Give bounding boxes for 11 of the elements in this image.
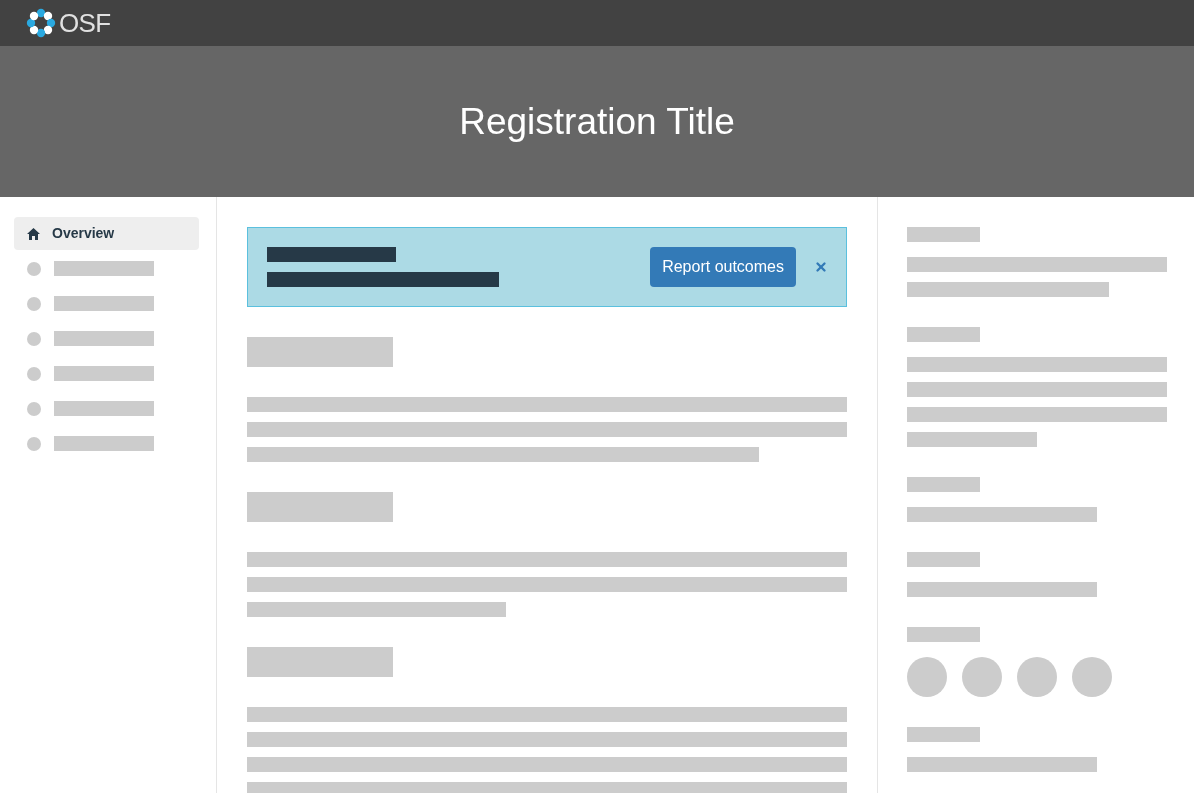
avatar-placeholder [907, 657, 947, 697]
brand-name[interactable]: OSF [59, 3, 111, 43]
avatar-placeholder [1072, 657, 1112, 697]
logo-icon [26, 8, 56, 38]
home-icon [27, 227, 40, 240]
page-title: Registration Title [459, 103, 735, 140]
avatar-placeholder [1017, 657, 1057, 697]
report-outcomes-button[interactable]: Report outcomes [650, 247, 796, 287]
close-button[interactable] [814, 260, 828, 274]
nav-item[interactable]: Overview [14, 217, 199, 250]
avatar-placeholder [962, 657, 1002, 697]
